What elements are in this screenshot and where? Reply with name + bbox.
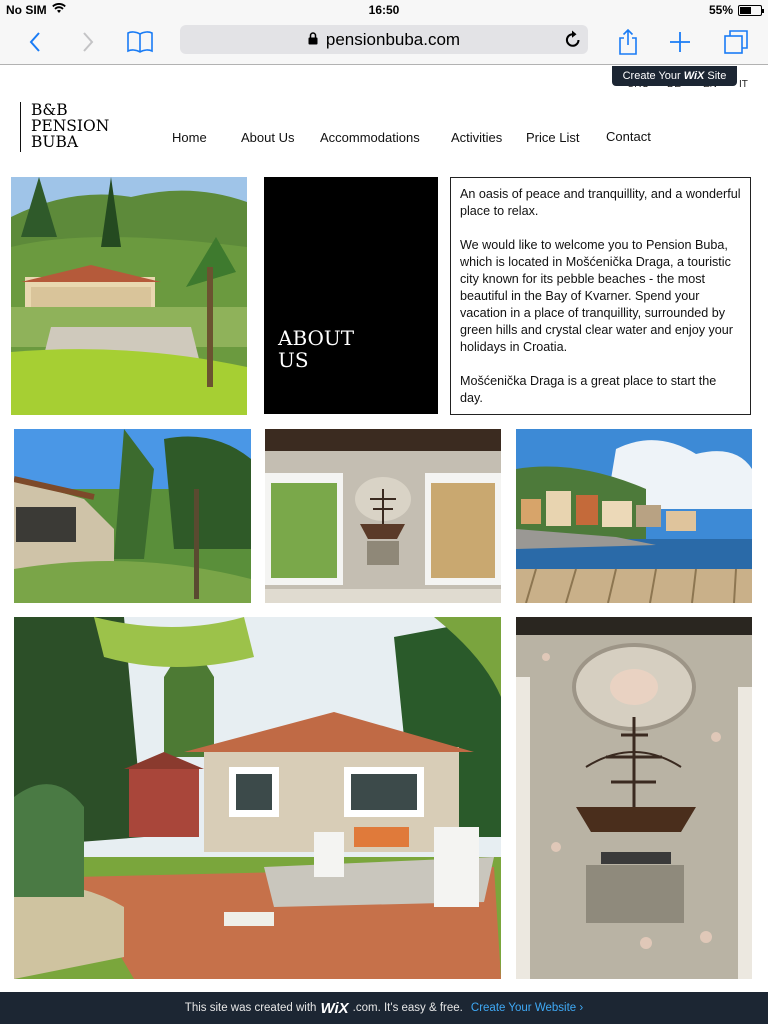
url-text: pensionbuba.com xyxy=(325,29,461,49)
status-bar: No SIM 16:50 55% xyxy=(0,0,768,20)
photo-garden-pavilion[interactable] xyxy=(11,177,247,415)
logo-line-1: B&B xyxy=(31,101,68,119)
create-your-website-link[interactable]: Create Your Website › xyxy=(471,1002,583,1014)
photo-terrace-trees[interactable] xyxy=(14,429,251,603)
nav-home[interactable]: Home xyxy=(172,130,207,145)
about-heading-line-2: US xyxy=(278,348,309,372)
battery-percent: 55% xyxy=(708,3,733,17)
nav-price-list[interactable]: Price List xyxy=(526,130,579,145)
about-paragraph-2: We would like to welcome you to Pension … xyxy=(460,238,734,354)
about-text-box: An oasis of peace and tranquillity, and … xyxy=(450,177,751,415)
lock-icon xyxy=(308,30,318,50)
about-us-heading: ABOUT US xyxy=(278,327,354,371)
nav-accommodations[interactable]: Accommodations xyxy=(320,130,420,145)
wix-top-suffix: Site xyxy=(707,70,727,82)
back-icon[interactable] xyxy=(19,26,51,58)
nav-about-us[interactable]: About Us xyxy=(241,130,294,145)
forward-icon[interactable] xyxy=(72,26,104,58)
site-logo[interactable]: B&B PENSION BUBA xyxy=(20,102,109,152)
browser-toolbar: pensionbuba.com xyxy=(0,20,768,65)
tabs-icon[interactable] xyxy=(720,26,752,58)
lang-it[interactable]: IT xyxy=(739,79,748,90)
wix-footer-brand: WiX xyxy=(320,999,349,1017)
bookmarks-icon[interactable] xyxy=(124,26,156,58)
address-bar[interactable]: pensionbuba.com xyxy=(180,25,588,54)
logo-line-2: PENSION xyxy=(31,117,110,135)
photo-stone-wall-ship[interactable] xyxy=(516,617,752,979)
photo-guest-house-patio[interactable] xyxy=(14,617,501,979)
about-paragraph-1: An oasis of peace and tranquillity, and … xyxy=(460,187,741,218)
nav-contact[interactable]: Contact xyxy=(606,129,651,144)
wix-footer-banner: This site was created with WiX .com. It's… xyxy=(0,992,768,1024)
clock: 16:50 xyxy=(368,3,400,17)
wix-footer-text-before: This site was created with xyxy=(184,1002,317,1014)
about-heading-line-1: ABOUT xyxy=(278,326,355,350)
wix-create-site-banner[interactable]: Create Your WiX Site xyxy=(612,66,737,86)
about-paragraph-3: Mošćenička Draga is a great place to sta… xyxy=(460,374,717,405)
about-us-panel: ABOUT US xyxy=(264,177,438,414)
photo-harbor-village[interactable] xyxy=(516,429,752,603)
photo-window-ship-wall[interactable] xyxy=(265,429,501,603)
logo-line-3: BUBA xyxy=(31,133,79,151)
reload-icon[interactable] xyxy=(564,29,582,54)
nav-activities[interactable]: Activities xyxy=(451,130,502,145)
share-icon[interactable] xyxy=(612,26,644,58)
wix-top-brand: WiX xyxy=(683,70,705,82)
new-tab-icon[interactable] xyxy=(664,26,696,58)
wix-top-prefix: Create Your xyxy=(622,70,681,82)
battery-icon xyxy=(738,4,764,16)
wix-footer-text-after: .com. It's easy & free. xyxy=(352,1002,463,1014)
